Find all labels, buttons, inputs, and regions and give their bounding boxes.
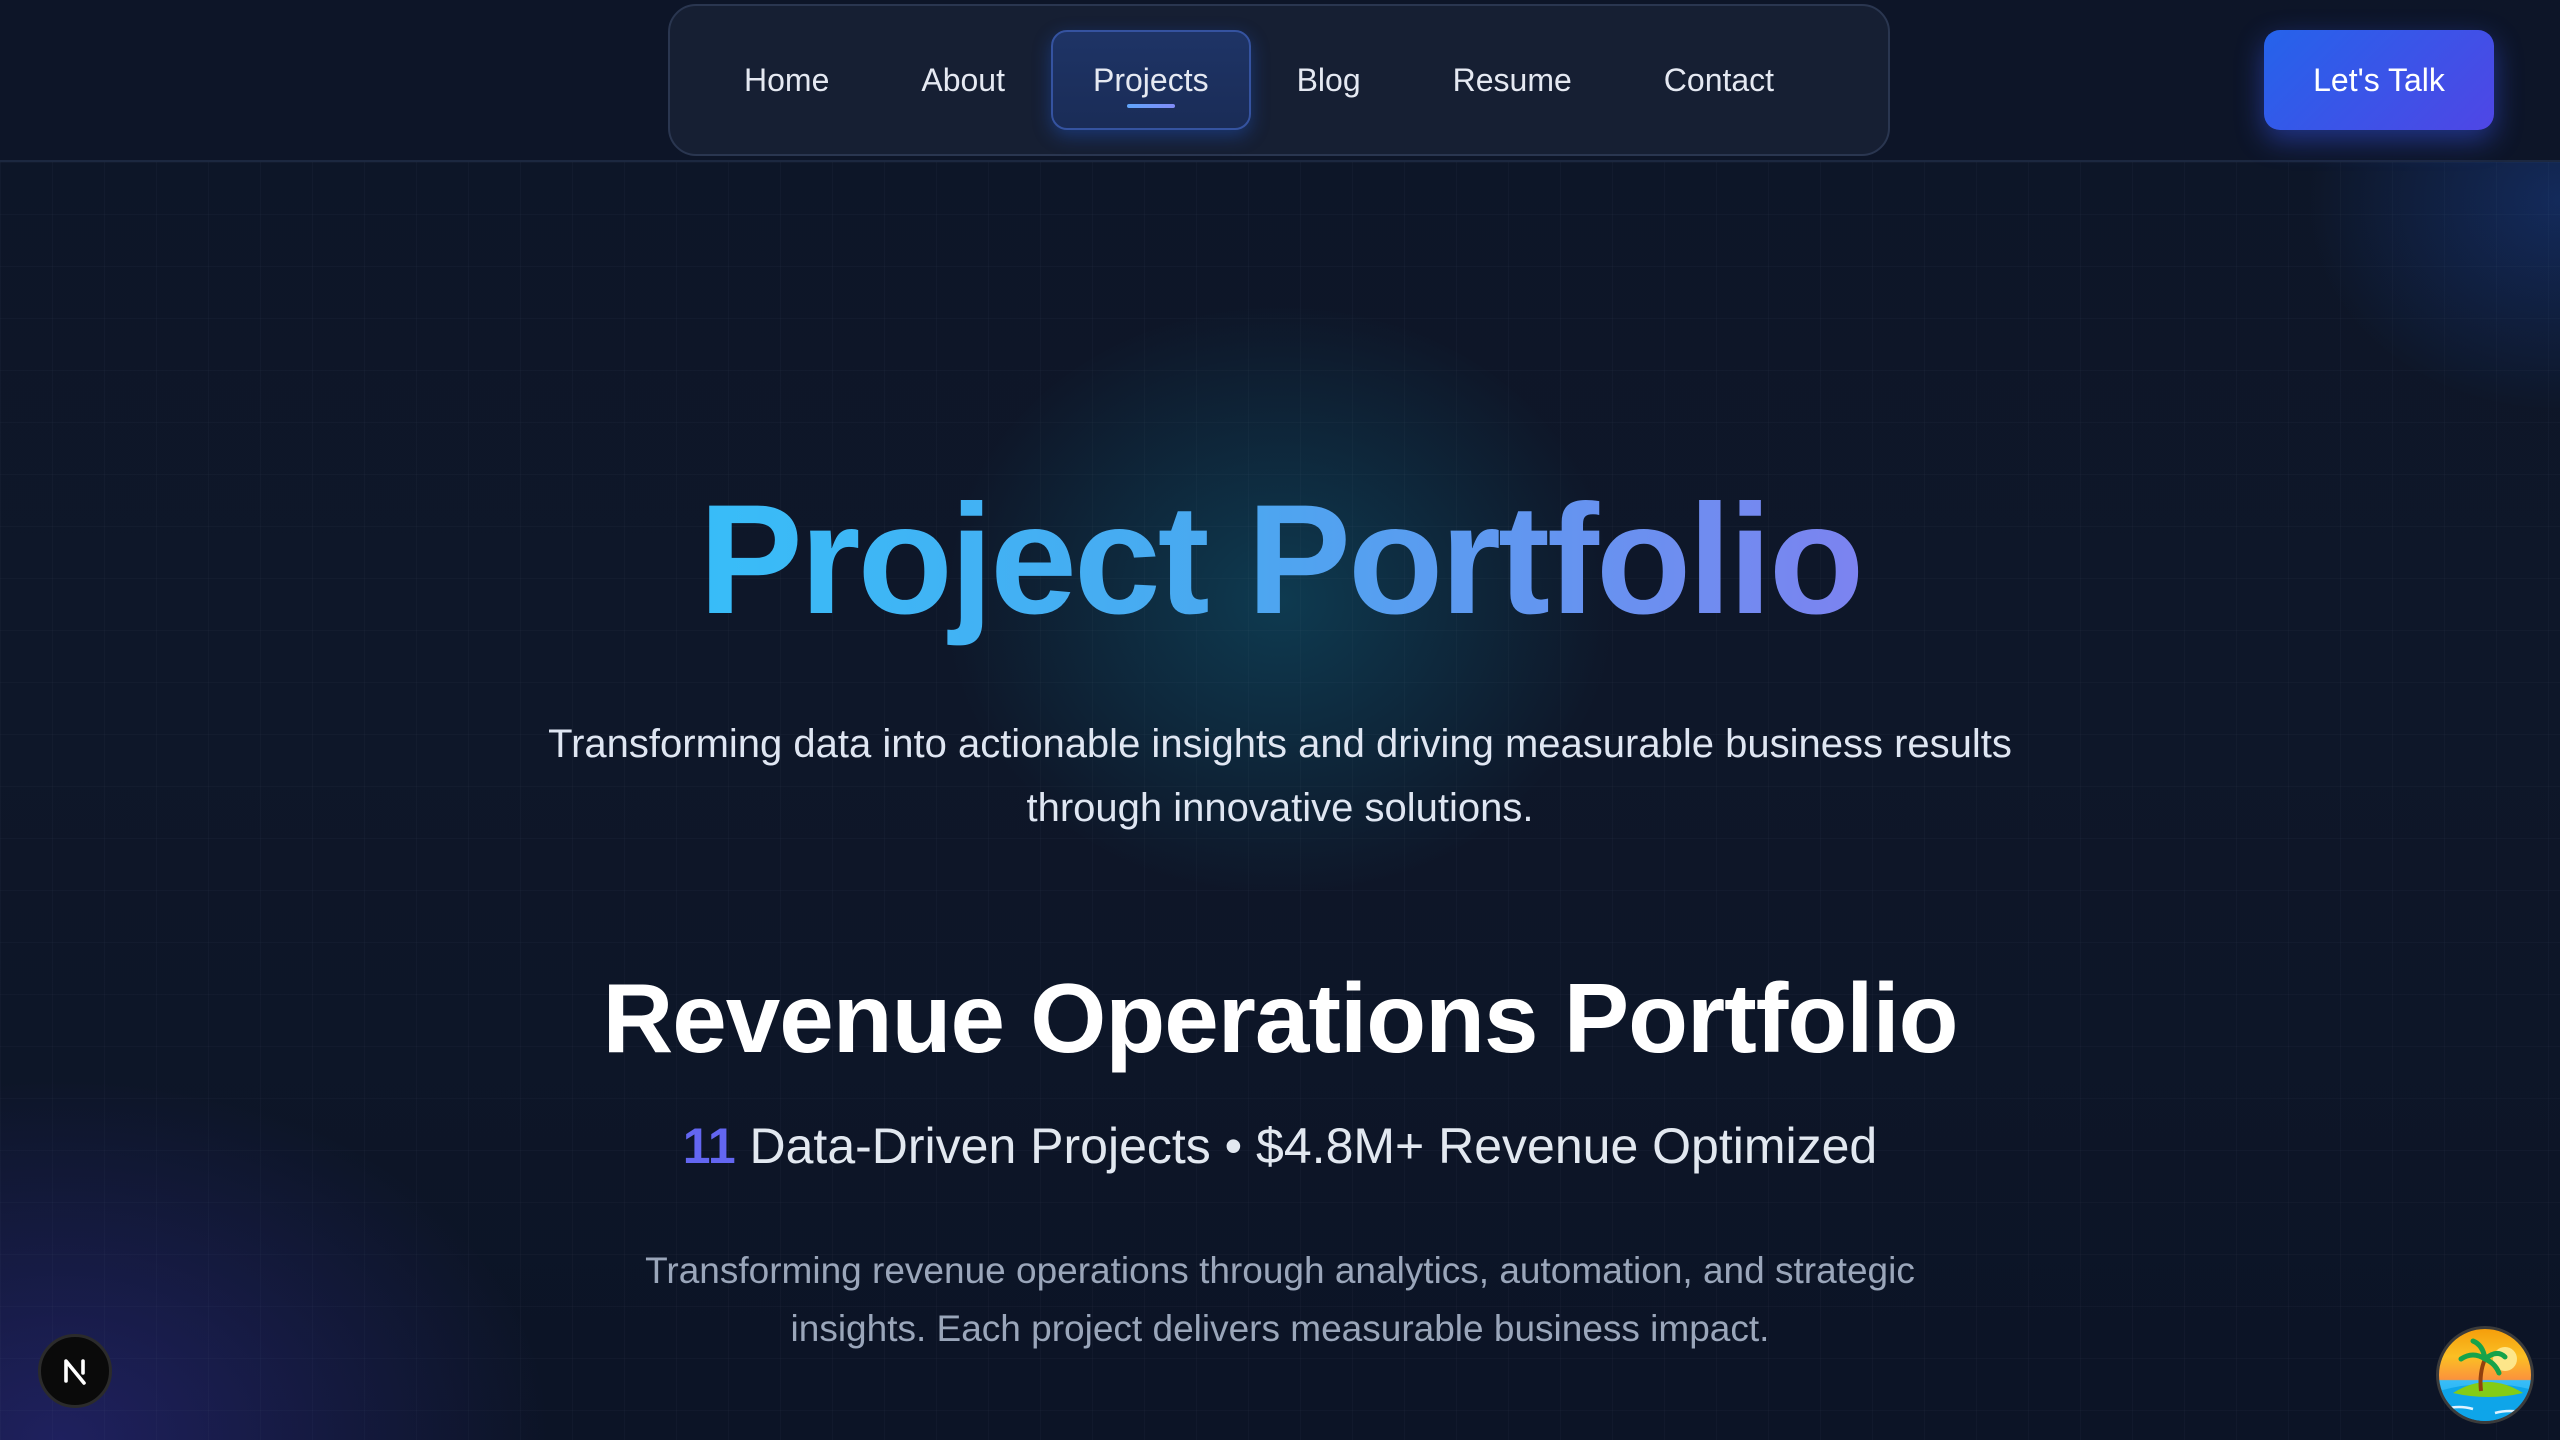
subtitle-line-1: Transforming data into actionable insigh…	[548, 722, 2012, 766]
nav-item-projects[interactable]: Projects	[1050, 30, 1251, 130]
dev-tools-badge[interactable]	[38, 1334, 112, 1408]
nextjs-n-icon	[64, 1359, 86, 1385]
nav-item-label: Resume	[1452, 61, 1572, 98]
subtitle-line-2: through innovative solutions.	[1026, 786, 1534, 830]
page-title: Project Portfolio	[0, 460, 2560, 660]
nav-item-home[interactable]: Home	[698, 30, 875, 130]
nav-item-label: Projects	[1092, 61, 1209, 98]
nav-item-contact[interactable]: Contact	[1618, 30, 1820, 130]
island-widget[interactable]	[2436, 1326, 2534, 1424]
nav-item-label: Contact	[1663, 61, 1775, 98]
description-line-2: insights. Each project delivers measurab…	[790, 1308, 1770, 1349]
nav-item-about[interactable]: About	[875, 30, 1051, 130]
lets-talk-button[interactable]: Let's Talk	[2264, 30, 2494, 130]
cta-label: Let's Talk	[2313, 61, 2445, 98]
section-title: Revenue Operations Portfolio	[602, 963, 1958, 1073]
nav-item-blog[interactable]: Blog	[1251, 30, 1407, 130]
portfolio-description: Transforming revenue operations through …	[560, 1242, 2000, 1358]
nav-item-label: Home	[744, 61, 830, 98]
page-title-text: Project Portfolio	[698, 473, 1864, 647]
stats-text: Data-Driven Projects • $4.8M+ Revenue Op…	[735, 1118, 1878, 1174]
nav-item-label: About	[921, 61, 1005, 98]
portfolio-stats: 11 Data-Driven Projects • $4.8M+ Revenue…	[0, 1114, 2560, 1178]
page: Home About Projects Blog Resume Contact …	[0, 0, 2560, 1440]
active-indicator	[1126, 104, 1175, 108]
page-subtitle: Transforming data into actionable insigh…	[480, 712, 2080, 840]
tropical-island-icon	[2439, 1338, 2531, 1421]
site-header: Home About Projects Blog Resume Contact …	[0, 0, 2560, 162]
main-nav: Home About Projects Blog Resume Contact	[668, 4, 1890, 156]
nav-item-label: Blog	[1296, 61, 1361, 98]
description-line-1: Transforming revenue operations through …	[645, 1250, 1915, 1291]
nav-item-resume[interactable]: Resume	[1407, 30, 1618, 130]
project-count: 11	[682, 1118, 736, 1174]
